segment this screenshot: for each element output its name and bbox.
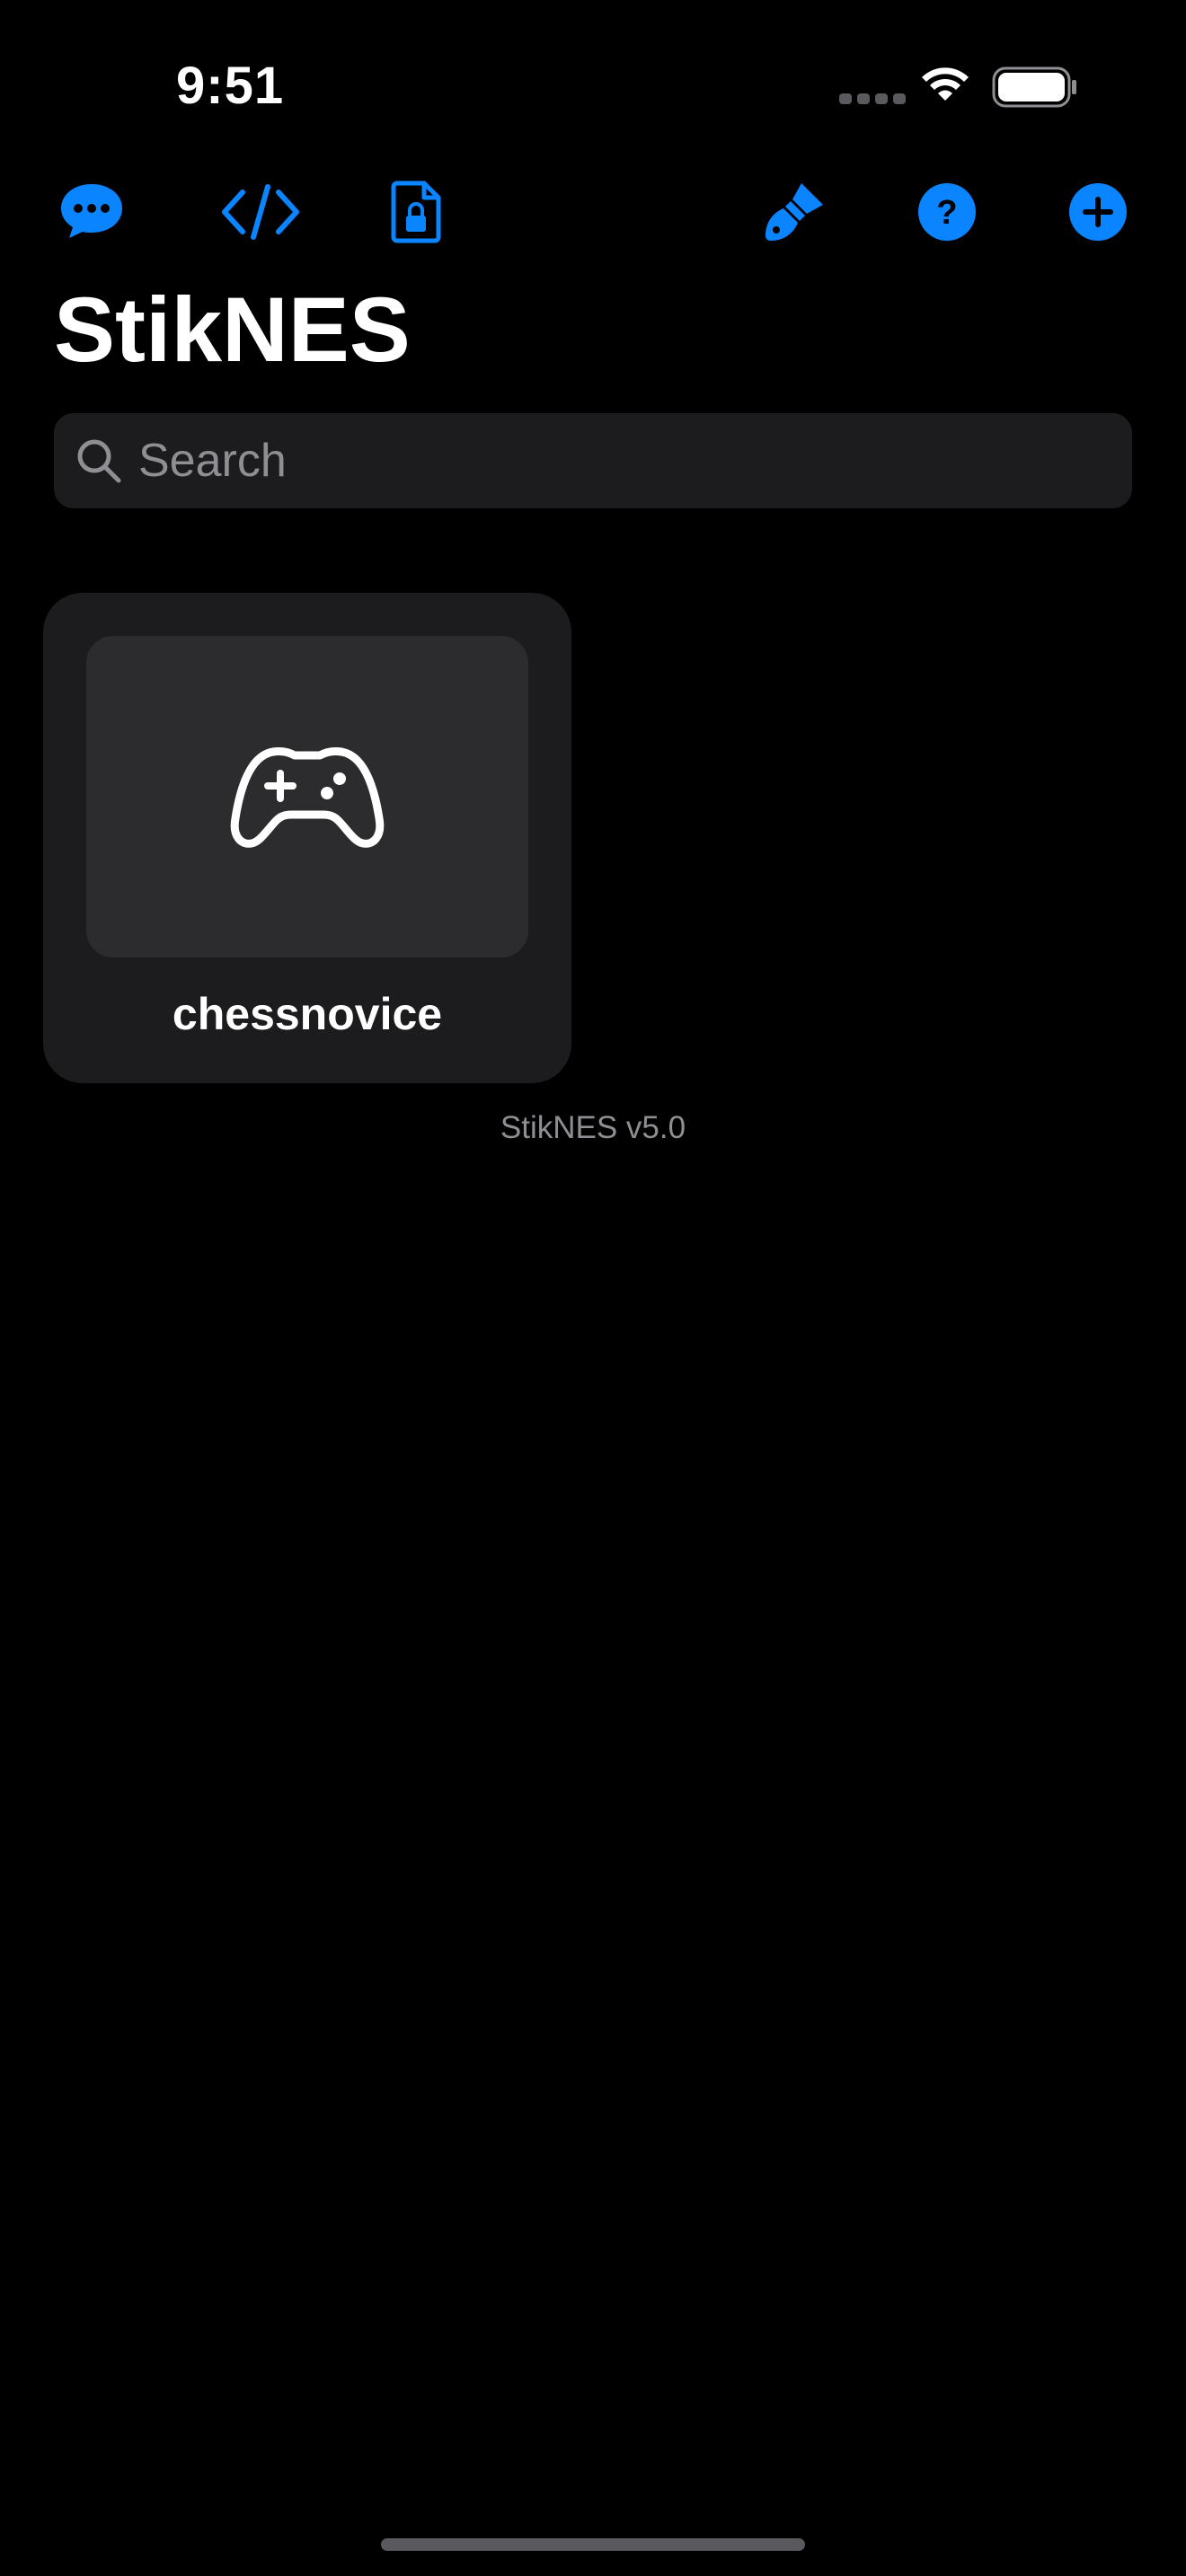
add-icon[interactable] — [1062, 176, 1134, 248]
home-indicator[interactable] — [381, 2538, 805, 2551]
battery-icon — [992, 66, 1078, 112]
search-input[interactable] — [137, 433, 1111, 489]
game-card-chessnovice[interactable]: chessnovice — [43, 593, 571, 1083]
svg-text:?: ? — [936, 194, 957, 232]
version-label: StikNES v5.0 — [500, 1110, 686, 1145]
search-bar[interactable] — [54, 413, 1132, 508]
game-title: chessnovice — [172, 989, 443, 1039]
chat-bubble-icon[interactable] — [56, 176, 128, 248]
search-icon — [74, 436, 124, 486]
gamepad-icon — [230, 747, 385, 848]
paintbrush-icon[interactable] — [758, 176, 830, 248]
cellular-signal-icon — [839, 93, 906, 104]
status-bar: 9:51 — [0, 0, 1186, 171]
game-thumbnail — [86, 636, 528, 957]
help-icon[interactable]: ? — [911, 176, 983, 248]
status-time: 9:51 — [176, 57, 285, 115]
locked-document-icon[interactable] — [381, 176, 453, 248]
page-title: StikNES — [54, 278, 411, 381]
code-icon[interactable] — [217, 176, 304, 248]
wifi-icon — [918, 65, 972, 110]
